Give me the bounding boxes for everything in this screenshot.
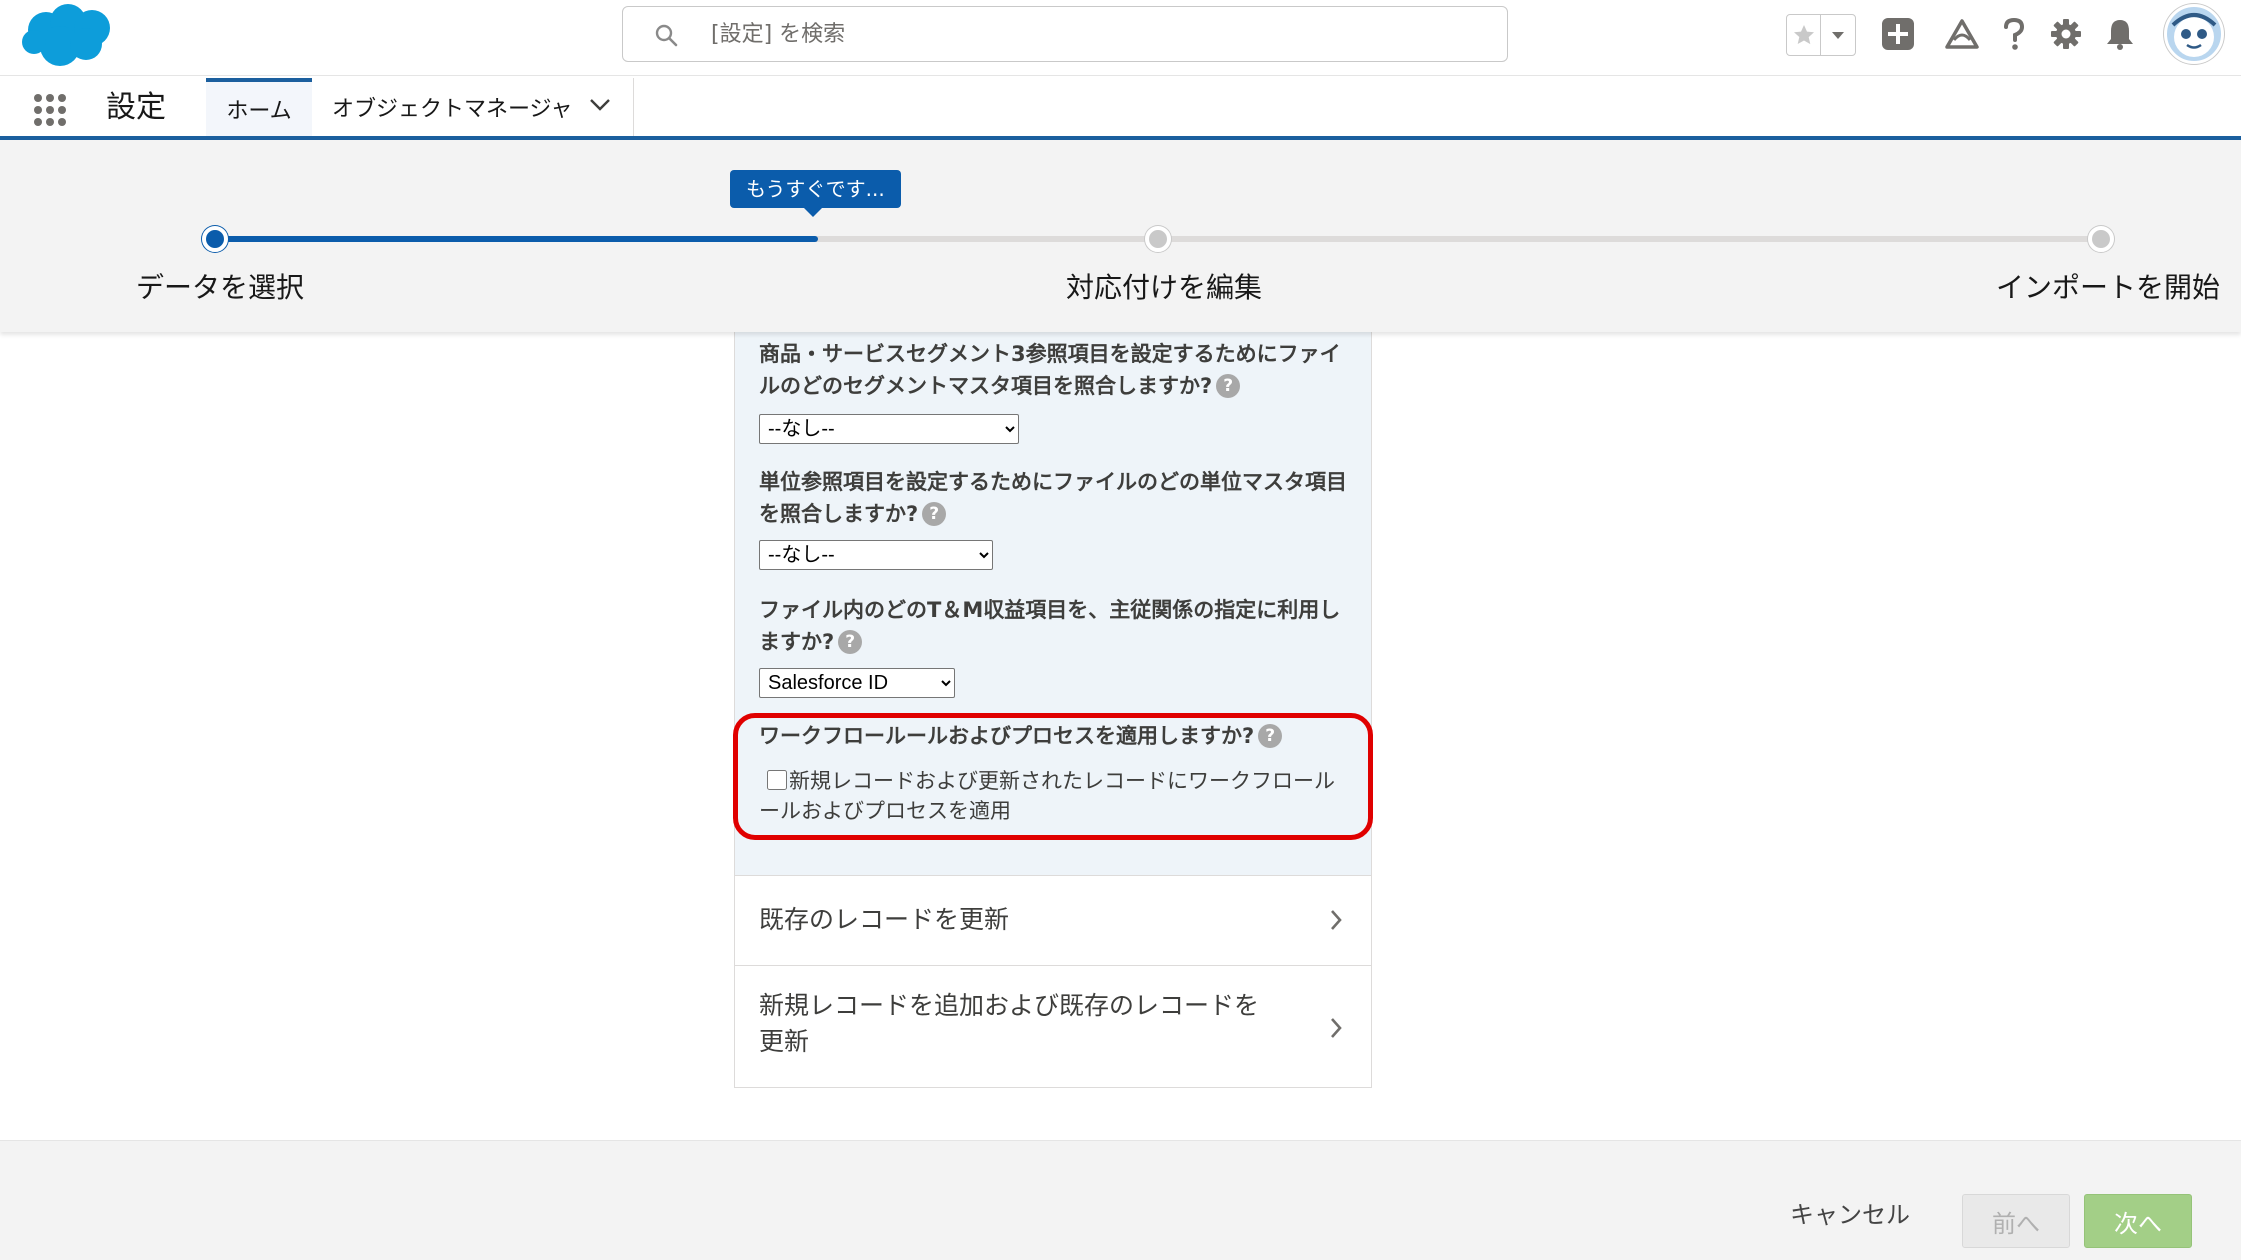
star-icon[interactable] xyxy=(1787,15,1821,55)
step-marker-select-data[interactable] xyxy=(202,226,228,252)
cancel-button[interactable]: キャンセル xyxy=(1790,1195,1910,1230)
segment-question-text: 商品・サービスセグメント3参照項目を設定するためにファイルのどのセグメントマスタ… xyxy=(759,342,1341,398)
global-header xyxy=(0,0,2241,76)
step-label-start-import: インポートを開始 xyxy=(1996,271,2221,304)
step-label-select-data: データを選択 xyxy=(136,271,305,304)
help-icon[interactable]: ? xyxy=(1216,374,1241,398)
gear-icon[interactable] xyxy=(2046,14,2086,54)
chevron-right-icon xyxy=(1331,910,1342,930)
import-options-panel: 商品・サービスセグメント3参照項目を設定するためにファイルのどのセグメントマスタ… xyxy=(734,330,1372,1088)
favorites-button-group[interactable] xyxy=(1786,14,1856,56)
progress-fill xyxy=(214,236,819,242)
bell-icon[interactable] xyxy=(2100,14,2140,54)
unit-question-text: 単位参照項目を設定するためにファイルのどの単位マスタ項目を照合しますか? xyxy=(759,470,1347,526)
chevron-down-icon[interactable] xyxy=(1821,15,1855,55)
update-existing-records-label: 既存のレコードを更新 xyxy=(759,905,1010,934)
tab-home[interactable]: ホーム xyxy=(206,78,312,136)
tm-revenue-field-select[interactable]: Salesforce ID xyxy=(759,668,955,698)
search-box[interactable] xyxy=(622,6,1508,62)
step-label-edit-mapping: 対応付けを編集 xyxy=(1066,271,1263,304)
wizard-footer: キャンセル xyxy=(0,1140,2241,1260)
highlight-annotation-box xyxy=(733,713,1373,840)
add-and-update-records-option[interactable]: 新規レコードを追加および既存のレコードを更新 xyxy=(735,966,1371,1088)
search-input[interactable] xyxy=(709,7,1469,61)
step-marker-edit-mapping[interactable] xyxy=(1145,226,1171,252)
segment-question: 商品・サービスセグメント3参照項目を設定するためにファイルのどのセグメントマスタ… xyxy=(759,338,1359,402)
segment-field-select[interactable]: --なし-- xyxy=(759,414,1019,444)
unit-question: 単位参照項目を設定するためにファイルのどの単位マスタ項目を照合しますか?? xyxy=(759,466,1359,530)
add-and-update-records-label: 新規レコードを追加および既存のレコードを更新 xyxy=(759,991,1260,1056)
help-icon[interactable]: ? xyxy=(838,630,863,654)
next-button[interactable]: 次へ xyxy=(2084,1194,2192,1248)
tab-object-manager-label: オブジェクトマネージャ xyxy=(332,97,573,122)
help-icon[interactable]: ? xyxy=(922,502,947,526)
update-existing-records-option[interactable]: 既存のレコードを更新 xyxy=(735,876,1371,966)
previous-button[interactable]: 前へ xyxy=(1962,1194,2070,1248)
context-bar: 設定 ホーム オブジェクトマネージャ xyxy=(0,76,2241,140)
chevron-right-icon xyxy=(1331,1018,1342,1038)
avatar[interactable] xyxy=(2164,4,2224,64)
app-launcher-icon[interactable] xyxy=(30,90,70,130)
step-marker-start-import[interactable] xyxy=(2088,226,2114,252)
trailhead-icon[interactable] xyxy=(1942,14,1982,54)
tab-object-manager[interactable]: オブジェクトマネージャ xyxy=(314,78,634,136)
import-wizard-progress: もうすぐです... データを選択 対応付けを編集 インポートを開始 xyxy=(0,140,2241,332)
plus-icon[interactable] xyxy=(1878,14,1918,54)
chevron-down-icon[interactable] xyxy=(589,98,611,112)
progress-tooltip: もうすぐです... xyxy=(730,170,901,217)
help-icon[interactable] xyxy=(1994,14,2034,54)
unit-field-select[interactable]: --なし-- xyxy=(759,540,993,570)
tm-revenue-question: ファイル内のどのT＆M収益項目を、主従関係の指定に利用しますか?? xyxy=(759,594,1359,658)
salesforce-cloud-logo[interactable] xyxy=(16,0,120,72)
app-name: 設定 xyxy=(106,90,166,125)
search-icon xyxy=(655,24,678,47)
